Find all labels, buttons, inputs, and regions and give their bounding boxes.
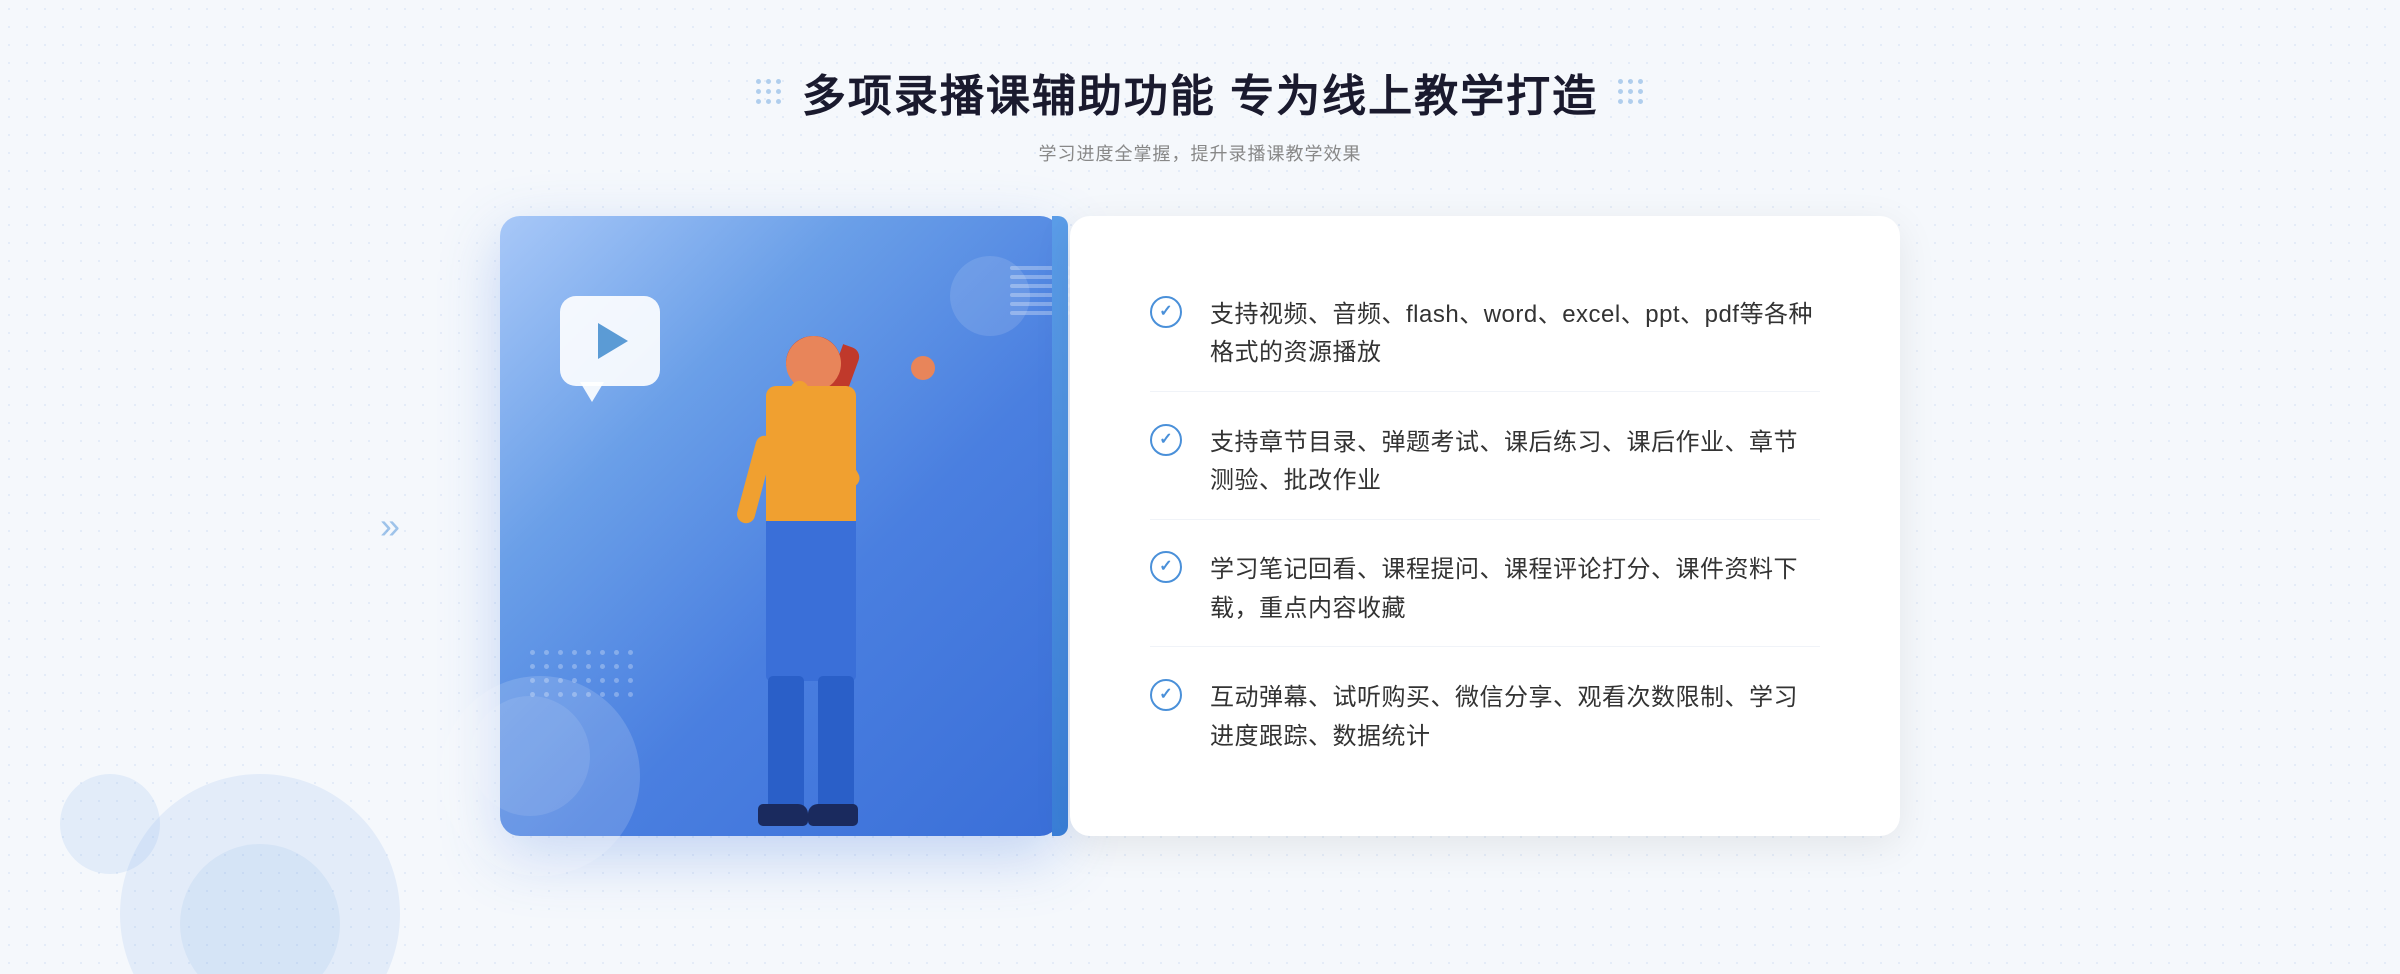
feature-item-2: ✓ 支持章节目录、弹题考试、课后练习、课后作业、章节测验、批改作业: [1150, 406, 1820, 520]
illus-dots-pattern: [530, 650, 636, 756]
content-area: »: [500, 216, 1900, 836]
features-panel: ✓ 支持视频、音频、flash、word、excel、ppt、pdf等各种格式的…: [1070, 216, 1900, 836]
check-mark-icon-1: ✓: [1159, 304, 1172, 320]
illustration-area: [500, 216, 1060, 836]
page-container: 多项录播课辅助功能 专为线上教学打造 学习进度全掌握，提升录播课教学效果 »: [0, 0, 2400, 974]
subtitle: 学习进度全掌握，提升录播课教学效果: [756, 140, 1644, 166]
title-row: 多项录播课辅助功能 专为线上教学打造: [756, 60, 1644, 124]
deco-small-circle: [60, 774, 160, 874]
figure-pants: [766, 521, 856, 681]
figure-shoe-left: [758, 804, 808, 826]
check-mark-icon-2: ✓: [1159, 432, 1172, 448]
play-bubble: [560, 296, 660, 386]
main-title: 多项录播课辅助功能 专为线上教学打造: [802, 60, 1598, 124]
left-chevron-decoration: »: [380, 505, 400, 547]
feature-item-1: ✓ 支持视频、音频、flash、word、excel、ppt、pdf等各种格式的…: [1150, 278, 1820, 392]
header-section: 多项录播课辅助功能 专为线上教学打造 学习进度全掌握，提升录播课教学效果: [756, 60, 1644, 166]
chevron-symbol: »: [380, 505, 400, 547]
figure-body: [766, 386, 856, 526]
feature-text-1: 支持视频、音频、flash、word、excel、ppt、pdf等各种格式的资源…: [1210, 296, 1820, 373]
check-mark-icon-4: ✓: [1159, 687, 1172, 703]
check-circle-4: ✓: [1150, 679, 1182, 711]
feature-text-4: 互动弹幕、试听购买、微信分享、观看次数限制、学习进度跟踪、数据统计: [1210, 679, 1820, 756]
blue-strip-decoration: [1052, 216, 1068, 836]
check-circle-3: ✓: [1150, 551, 1182, 583]
check-circle-1: ✓: [1150, 296, 1182, 328]
figure-leg-right: [818, 676, 854, 816]
figure-shoe-right: [808, 804, 858, 826]
feature-text-2: 支持章节目录、弹题考试、课后练习、课后作业、章节测验、批改作业: [1210, 424, 1820, 501]
left-dots-decoration: [756, 79, 782, 105]
check-mark-icon-3: ✓: [1159, 559, 1172, 575]
feature-item-3: ✓ 学习笔记回看、课程提问、课程评论打分、课件资料下载，重点内容收藏: [1150, 533, 1820, 647]
figure-hand-up: [911, 356, 935, 380]
feature-item-4: ✓ 互动弹幕、试听购买、微信分享、观看次数限制、学习进度跟踪、数据统计: [1150, 661, 1820, 774]
feature-text-3: 学习笔记回看、课程提问、课程评论打分、课件资料下载，重点内容收藏: [1210, 551, 1820, 628]
play-triangle-icon: [598, 323, 628, 359]
right-dots-decoration: [1618, 79, 1644, 105]
check-circle-2: ✓: [1150, 424, 1182, 456]
human-figure-illustration: [696, 336, 976, 836]
figure-leg-left: [768, 676, 804, 816]
